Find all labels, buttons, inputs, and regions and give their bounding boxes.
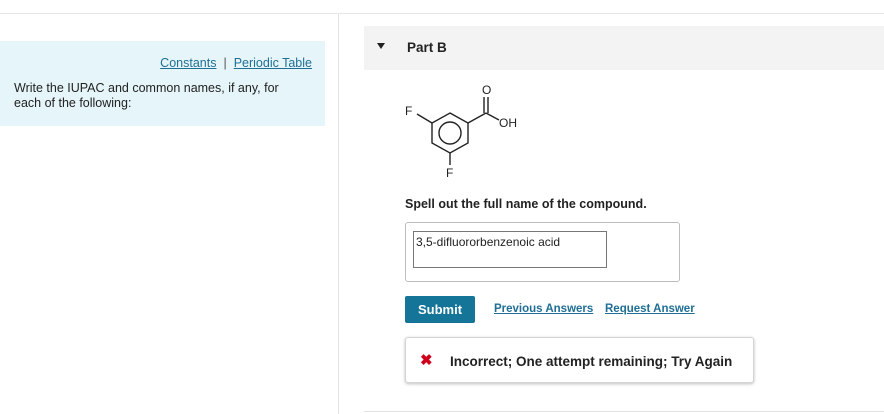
bond-carbonyl-oh [485,112,500,121]
request-answer-link[interactable]: Request Answer [605,303,695,315]
feedback-text: Incorrect; One attempt remaining; Try Ag… [450,354,733,369]
fluorine-label-top: F [405,104,412,118]
bottom-divider [364,411,884,412]
feedback-box: ✖ Incorrect; One attempt remaining; Try … [405,337,754,383]
constants-link[interactable]: Constants [160,56,216,70]
question-prompt: Spell out the full name of the compound. [405,197,647,211]
bond-ring-carbonyl [467,112,487,124]
answer-input[interactable] [413,231,607,268]
periodic-table-link[interactable]: Periodic Table [234,56,312,70]
info-panel: Constants | Periodic Table Write the IUPAC… [0,41,325,126]
resource-links: Constants | Periodic Table [160,56,312,70]
fluorine-label-bottom: F [446,166,453,180]
bond-f-top [416,113,433,124]
previous-answers-link[interactable]: Previous Answers [494,303,593,315]
x-mark-icon: ✖ [420,352,433,369]
instructions-text: Write the IUPAC and common names, if any… [14,81,279,110]
part-title: Part B [407,40,447,55]
benzene-ring [431,112,469,154]
hydroxyl-label: OH [499,116,517,130]
submit-button[interactable]: Submit [405,296,475,323]
aromatic-circle [438,121,462,145]
link-separator: | [223,56,227,70]
collapse-caret-icon[interactable] [377,43,385,49]
answer-container [405,222,680,282]
molecule-structure: F F OH O [405,83,517,180]
top-divider [0,13,884,14]
oxygen-label: O [482,83,491,97]
vertical-divider [338,14,339,414]
